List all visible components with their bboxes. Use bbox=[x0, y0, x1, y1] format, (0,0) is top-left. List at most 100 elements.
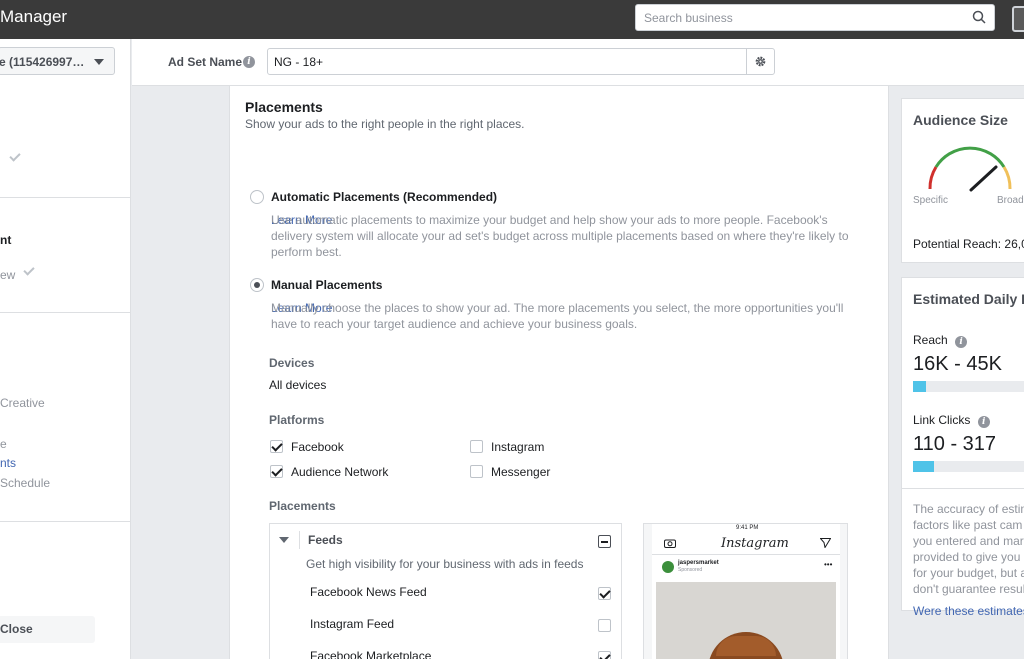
instagram-checkbox[interactable] bbox=[470, 440, 483, 453]
ad-set-name-value: NG - 18+ bbox=[274, 55, 324, 69]
check-icon bbox=[23, 264, 35, 276]
reach-label-text: Reach bbox=[913, 333, 948, 347]
gear-icon bbox=[755, 56, 766, 67]
search-business-input[interactable]: Search business bbox=[635, 4, 995, 31]
ad-set-name-text: Ad Set Name bbox=[168, 55, 243, 69]
info-icon[interactable]: i bbox=[955, 336, 968, 348]
estimated-daily-title: Estimated Daily Re bbox=[913, 291, 1024, 307]
gauge-broad-label: Broad bbox=[997, 195, 1024, 206]
send-icon bbox=[820, 538, 831, 548]
feeds-label: Feeds bbox=[308, 533, 343, 547]
nav-item-e[interactable]: e bbox=[0, 437, 7, 451]
ad-preview-phone: 9:41 PM Instagram jaspersmarket Sponsore… bbox=[643, 523, 848, 659]
more-icon: ••• bbox=[824, 560, 833, 569]
preview-sponsored: Sponsored bbox=[678, 567, 703, 573]
preview-time: 9:41 PM bbox=[736, 525, 759, 531]
link-clicks-bar bbox=[913, 461, 1024, 472]
were-these-estimates-link[interactable]: Were these estimates bbox=[913, 604, 1024, 618]
audience-size-title: Audience Size bbox=[913, 112, 1008, 128]
nav-step-review[interactable]: ew bbox=[0, 268, 15, 282]
estimated-daily-results-card: Estimated Daily Re Reach i 16K - 45K Lin… bbox=[901, 277, 1024, 618]
potential-reach: Potential Reach: 26,0 bbox=[913, 237, 1024, 251]
account-selector[interactable]: e (115426997… bbox=[0, 47, 115, 75]
feeds-placement-group: Feeds Get high visibility for your busin… bbox=[269, 523, 622, 659]
automatic-placements-desc: Use automatic placements to maximize you… bbox=[271, 212, 856, 259]
instagram-wordmark: Instagram bbox=[721, 536, 789, 551]
nav-item-creative[interactable]: Creative bbox=[0, 396, 45, 410]
divider bbox=[902, 488, 1024, 489]
link-clicks-label: Link Clicks i bbox=[913, 413, 990, 428]
facebook-news-feed-checkbox[interactable] bbox=[598, 587, 611, 600]
divider bbox=[299, 531, 300, 549]
manual-placements-radio[interactable] bbox=[250, 278, 264, 292]
left-navigation: e (115426997… nt ew Creative e nts Sched… bbox=[0, 39, 131, 659]
close-button-label: Close bbox=[0, 622, 33, 636]
disclaimer-line: you entered and mark bbox=[913, 534, 1024, 548]
link-clicks-value: 110 - 317 bbox=[913, 433, 997, 455]
placement-item-instagram-feed: Instagram Feed bbox=[310, 617, 395, 631]
messenger-label[interactable]: Messenger bbox=[491, 465, 550, 479]
ad-set-name-bar: Ad Set Name i NG - 18+ bbox=[132, 39, 1024, 86]
devices-label: Devices bbox=[269, 356, 315, 370]
placements-label: Placements bbox=[269, 499, 336, 513]
reach-bar bbox=[913, 381, 1024, 392]
disclaimer-line: for your budget, but a bbox=[913, 566, 1024, 580]
placements-panel: Placements Show your ads to the right pe… bbox=[229, 86, 889, 659]
nav-item-placements[interactable]: nts bbox=[0, 456, 16, 470]
placement-item-facebook-news-feed: Facebook News Feed bbox=[310, 585, 427, 599]
reach-value: 16K - 45K bbox=[913, 353, 1002, 375]
preview-screen: 9:41 PM Instagram jaspersmarket Sponsore… bbox=[652, 524, 840, 659]
ad-set-settings-button[interactable] bbox=[746, 49, 774, 74]
ad-set-name-label: Ad Set Name i bbox=[168, 55, 255, 69]
section-title: Placements bbox=[245, 99, 323, 115]
disclaimer-line: provided to give you a bbox=[913, 550, 1024, 564]
feeds-partial-checkbox[interactable] bbox=[598, 535, 611, 548]
audience-network-checkbox[interactable] bbox=[270, 465, 283, 478]
audience-size-card: Audience Size Specific Broad Potential R… bbox=[901, 98, 1024, 263]
reach-label: Reach i bbox=[913, 333, 968, 348]
manual-placements-label[interactable]: Manual Placements bbox=[271, 278, 382, 292]
account-menu-icon[interactable] bbox=[1012, 6, 1024, 32]
divider bbox=[0, 312, 131, 313]
burger-highlight bbox=[716, 636, 776, 656]
preview-handle: jaspersmarket bbox=[678, 560, 719, 566]
avatar bbox=[662, 561, 674, 573]
link-clicks-bar-fill bbox=[913, 461, 934, 472]
platforms-label: Platforms bbox=[269, 413, 325, 427]
nav-step-label[interactable]: nt bbox=[0, 233, 11, 247]
ad-set-name-input[interactable]: NG - 18+ bbox=[267, 48, 775, 75]
feeds-subtitle: Get high visibility for your business wi… bbox=[306, 557, 584, 571]
camera-icon bbox=[664, 539, 676, 548]
chevron-down-icon bbox=[94, 59, 104, 65]
reach-bar-fill bbox=[913, 381, 926, 392]
automatic-desc-text: Use automatic placements to maximize you… bbox=[271, 213, 849, 259]
account-selector-label: e (115426997… bbox=[0, 55, 85, 69]
manual-placements-desc: Manually choose the places to show your … bbox=[271, 300, 856, 331]
nav-item-schedule[interactable]: Schedule bbox=[0, 476, 50, 490]
manual-desc-text: Manually choose the places to show your … bbox=[271, 301, 844, 331]
messenger-checkbox[interactable] bbox=[470, 465, 483, 478]
top-bar: Manager Search business bbox=[0, 0, 1024, 39]
collapse-triangle-icon[interactable] bbox=[279, 537, 289, 543]
close-button[interactable]: Close bbox=[0, 616, 95, 643]
devices-select[interactable]: All devices bbox=[269, 378, 326, 392]
instagram-label[interactable]: Instagram bbox=[491, 440, 544, 454]
info-icon[interactable]: i bbox=[243, 56, 255, 68]
search-placeholder: Search business bbox=[644, 11, 733, 25]
app-title: Manager bbox=[0, 7, 68, 26]
search-icon[interactable] bbox=[972, 10, 986, 24]
facebook-label[interactable]: Facebook bbox=[291, 440, 344, 454]
link-clicks-label-text: Link Clicks bbox=[913, 413, 971, 427]
facebook-checkbox[interactable] bbox=[270, 440, 283, 453]
automatic-placements-label[interactable]: Automatic Placements (Recommended) bbox=[271, 190, 497, 204]
section-subtitle: Show your ads to the right people in the… bbox=[245, 117, 525, 131]
info-icon[interactable]: i bbox=[977, 416, 990, 428]
instagram-feed-checkbox[interactable] bbox=[598, 619, 611, 632]
check-icon bbox=[9, 150, 21, 162]
divider bbox=[0, 197, 131, 198]
disclaimer-line: don't guarantee resul bbox=[913, 582, 1024, 596]
audience-network-label[interactable]: Audience Network bbox=[291, 465, 388, 479]
facebook-marketplace-checkbox[interactable] bbox=[598, 651, 611, 659]
automatic-placements-radio[interactable] bbox=[250, 190, 264, 204]
disclaimer-line: The accuracy of estim bbox=[913, 502, 1024, 516]
